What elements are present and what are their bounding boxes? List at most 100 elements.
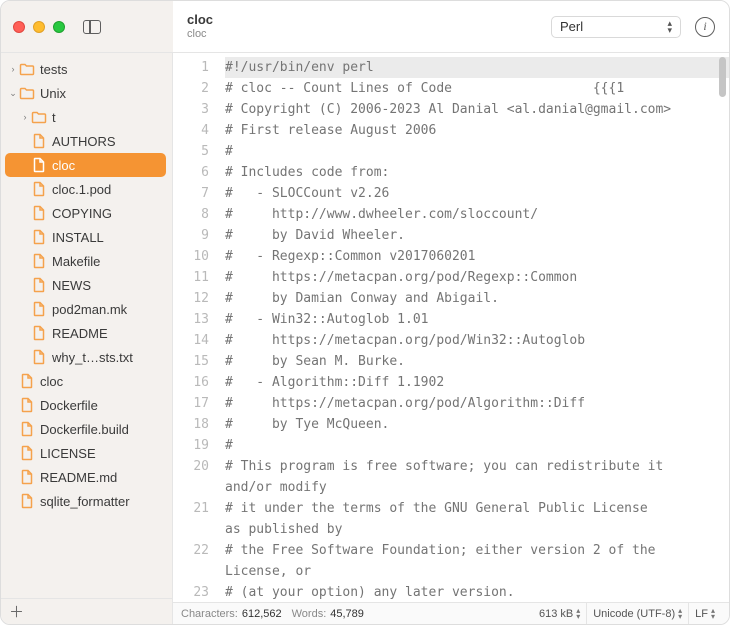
chevron-updown-icon: ▴▾	[667, 20, 672, 34]
tree-file[interactable]: sqlite_formatter	[5, 489, 166, 513]
tree-item-label: tests	[40, 62, 67, 77]
maximize-button[interactable]	[53, 21, 65, 33]
line-number: 8	[173, 204, 209, 225]
expander-icon[interactable]: ⌄	[7, 88, 19, 99]
code-line: # https://metacpan.org/pod/Algorithm::Di…	[225, 393, 729, 414]
file-icon	[19, 493, 35, 509]
code-content[interactable]: #!/usr/bin/env perl# cloc -- Count Lines…	[219, 53, 729, 602]
file-icon	[19, 469, 35, 485]
file-icon	[31, 253, 47, 269]
line-number: 2	[173, 78, 209, 99]
tree-file[interactable]: README.md	[5, 465, 166, 489]
line-number: 19	[173, 435, 209, 456]
code-line: # by David Wheeler.	[225, 225, 729, 246]
tree-item-label: README	[52, 326, 108, 341]
line-number: 15	[173, 351, 209, 372]
line-number: 6	[173, 162, 209, 183]
tree-item-label: Makefile	[52, 254, 100, 269]
line-number: 17	[173, 393, 209, 414]
code-line: # - Win32::Autoglob 1.01	[225, 309, 729, 330]
words-value: 45,789	[330, 608, 364, 620]
tree-file[interactable]: cloc	[5, 153, 166, 177]
encoding-value: Unicode (UTF-8)	[593, 608, 675, 620]
tree-file[interactable]: cloc.1.pod	[5, 177, 166, 201]
tree-file[interactable]: AUTHORS	[5, 129, 166, 153]
line-number: 11	[173, 267, 209, 288]
document-title: cloc	[187, 12, 551, 28]
tree-file[interactable]: pod2man.mk	[5, 297, 166, 321]
file-tree[interactable]: › tests ⌄ Unix ›tAUTHORS cloc cloc.1.pod COPYIN…	[1, 53, 172, 598]
code-line: #!/usr/bin/env perl	[225, 57, 729, 78]
line-number: 16	[173, 372, 209, 393]
close-button[interactable]	[13, 21, 25, 33]
vertical-scrollbar[interactable]	[719, 57, 726, 97]
tree-item-label: cloc.1.pod	[52, 182, 111, 197]
tree-file[interactable]: NEWS	[5, 273, 166, 297]
tree-item-label: COPYING	[52, 206, 112, 221]
sidebar-footer: ＋	[1, 598, 172, 624]
code-line: # by Damian Conway and Abigail.	[225, 288, 729, 309]
tree-item-label: Dockerfile	[40, 398, 98, 413]
expander-icon[interactable]: ›	[7, 64, 19, 74]
editor-area: 1234567891011121314151617181920202121222…	[173, 53, 729, 624]
toggle-sidebar-icon[interactable]	[83, 20, 101, 34]
tree-folder[interactable]: ›t	[5, 105, 166, 129]
tree-folder[interactable]: › tests	[5, 57, 166, 81]
tree-file[interactable]: COPYING	[5, 201, 166, 225]
words-label: Words:	[292, 608, 327, 620]
tree-item-label: NEWS	[52, 278, 91, 293]
code-line: # cloc -- Count Lines of Code {{{1	[225, 78, 729, 99]
file-icon	[31, 205, 47, 221]
tree-item-label: README.md	[40, 470, 117, 485]
document-title-block: cloc cloc	[187, 12, 551, 41]
code-line: # (at your option) any later version.	[225, 582, 729, 602]
add-icon[interactable]: ＋	[9, 601, 24, 622]
tree-file[interactable]: why_t…sts.txt	[5, 345, 166, 369]
code-line: # Includes code from:	[225, 162, 729, 183]
titlebar: cloc cloc Perl ▴▾ i	[1, 1, 729, 53]
tree-file[interactable]: INSTALL	[5, 225, 166, 249]
language-select[interactable]: Perl ▴▾	[551, 16, 681, 38]
tree-item-label: why_t…sts.txt	[52, 350, 133, 365]
filesize-item[interactable]: 613 kB ▴▾	[533, 603, 586, 624]
code-line: # the Free Software Foundation; either v…	[225, 540, 729, 561]
code-line: # - Algorithm::Diff 1.1902	[225, 372, 729, 393]
chevron-updown-icon: ▴▾	[711, 608, 715, 620]
characters-value: 612,562	[242, 608, 282, 620]
minimize-button[interactable]	[33, 21, 45, 33]
tree-file[interactable]: README	[5, 321, 166, 345]
info-icon[interactable]: i	[695, 17, 715, 37]
expander-icon[interactable]: ›	[19, 112, 31, 122]
code-line: # by Tye McQueen.	[225, 414, 729, 435]
document-subtitle: cloc	[187, 28, 551, 41]
line-ending-item[interactable]: LF ▴▾	[688, 603, 721, 624]
line-number: 23	[173, 582, 209, 602]
tree-file[interactable]: Dockerfile.build	[5, 417, 166, 441]
line-number: 18	[173, 414, 209, 435]
editor[interactable]: 1234567891011121314151617181920202121222…	[173, 53, 729, 602]
folder-icon	[31, 109, 47, 125]
tree-item-label: Unix	[40, 86, 66, 101]
tree-item-label: Dockerfile.build	[40, 422, 129, 437]
tree-file[interactable]: Makefile	[5, 249, 166, 273]
line-ending-value: LF	[695, 608, 708, 620]
code-line: # it under the terms of the GNU General …	[225, 498, 729, 519]
code-line: as published by	[225, 519, 729, 540]
line-number: 3	[173, 99, 209, 120]
file-icon	[19, 397, 35, 413]
file-icon	[31, 229, 47, 245]
code-line: # https://metacpan.org/pod/Win32::Autogl…	[225, 330, 729, 351]
line-number: 4	[173, 120, 209, 141]
tree-folder[interactable]: ⌄ Unix	[5, 81, 166, 105]
code-line: # Copyright (C) 2006-2023 Al Danial <al.…	[225, 99, 729, 120]
folder-icon	[19, 61, 35, 77]
tree-file[interactable]: LICENSE	[5, 441, 166, 465]
tree-file[interactable]: cloc	[5, 369, 166, 393]
line-number: 12	[173, 288, 209, 309]
line-gutter: 1234567891011121314151617181920202121222…	[173, 53, 219, 602]
tree-file[interactable]: Dockerfile	[5, 393, 166, 417]
encoding-item[interactable]: Unicode (UTF-8) ▴▾	[586, 603, 688, 624]
tree-item-label: cloc	[52, 158, 75, 173]
file-icon	[31, 157, 47, 173]
file-icon	[19, 445, 35, 461]
